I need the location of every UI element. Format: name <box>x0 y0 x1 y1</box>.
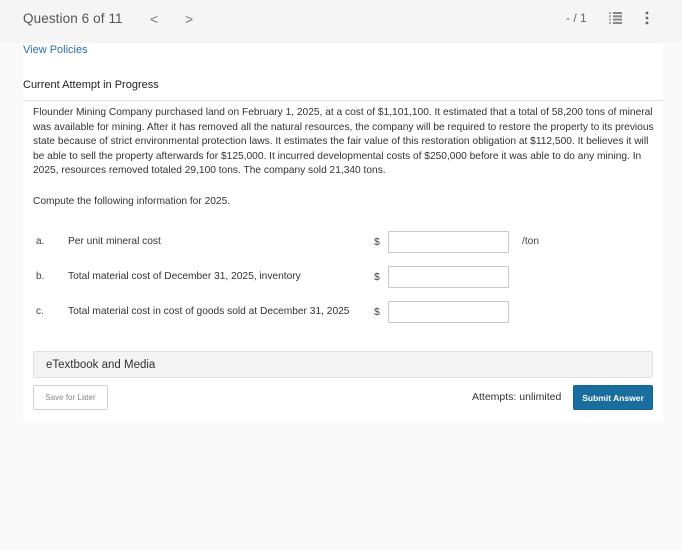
currency-symbol: $ <box>374 271 380 283</box>
attempt-heading: Current Attempt in Progress <box>23 79 159 91</box>
row-label: Per unit mineral cost <box>68 236 161 247</box>
cogs-cost-input[interactable] <box>388 301 509 323</box>
unit-label: /ton <box>522 236 539 247</box>
question-counter: Question 6 of 11 <box>23 11 123 26</box>
problem-text: Flounder Mining Company purchased land o… <box>33 107 654 177</box>
list-icon[interactable] <box>609 12 622 24</box>
question-prompt: Compute the following information for 20… <box>33 196 231 207</box>
chevron-left-icon[interactable]: < <box>150 10 158 28</box>
etextbook-label: eTextbook and Media <box>46 359 156 371</box>
etextbook-media-panel[interactable]: eTextbook and Media <box>33 351 653 378</box>
chevron-right-icon[interactable]: > <box>185 10 193 28</box>
question-card: View Policies Current Attempt in Progres… <box>23 43 663 423</box>
answer-row-b: b. Total material cost of December 31, 2… <box>23 266 663 288</box>
row-letter: b. <box>36 271 45 282</box>
attempts-text: Attempts: unlimited <box>472 391 562 403</box>
question-header: Question 6 of 11 < > - / 1 <box>0 0 682 43</box>
more-vertical-icon[interactable] <box>645 11 649 25</box>
currency-symbol: $ <box>374 306 380 318</box>
submit-answer-button[interactable]: Submit Answer <box>573 385 653 410</box>
save-for-later-button[interactable]: Save for Later <box>33 385 108 410</box>
answer-row-c: c. Total material cost in cost of goods … <box>23 301 663 323</box>
view-policies-link[interactable]: View Policies <box>23 44 88 56</box>
divider <box>23 100 663 101</box>
row-label: Total material cost in cost of goods sol… <box>68 306 350 317</box>
row-label: Total material cost of December 31, 2025… <box>68 271 301 282</box>
row-letter: c. <box>36 306 44 317</box>
score-display: - / 1 <box>566 11 587 25</box>
answer-row-a: a. Per unit mineral cost $ /ton <box>23 231 663 253</box>
per-unit-mineral-cost-input[interactable] <box>388 231 509 253</box>
currency-symbol: $ <box>374 236 380 248</box>
row-letter: a. <box>36 236 45 247</box>
inventory-cost-input[interactable] <box>388 266 509 288</box>
